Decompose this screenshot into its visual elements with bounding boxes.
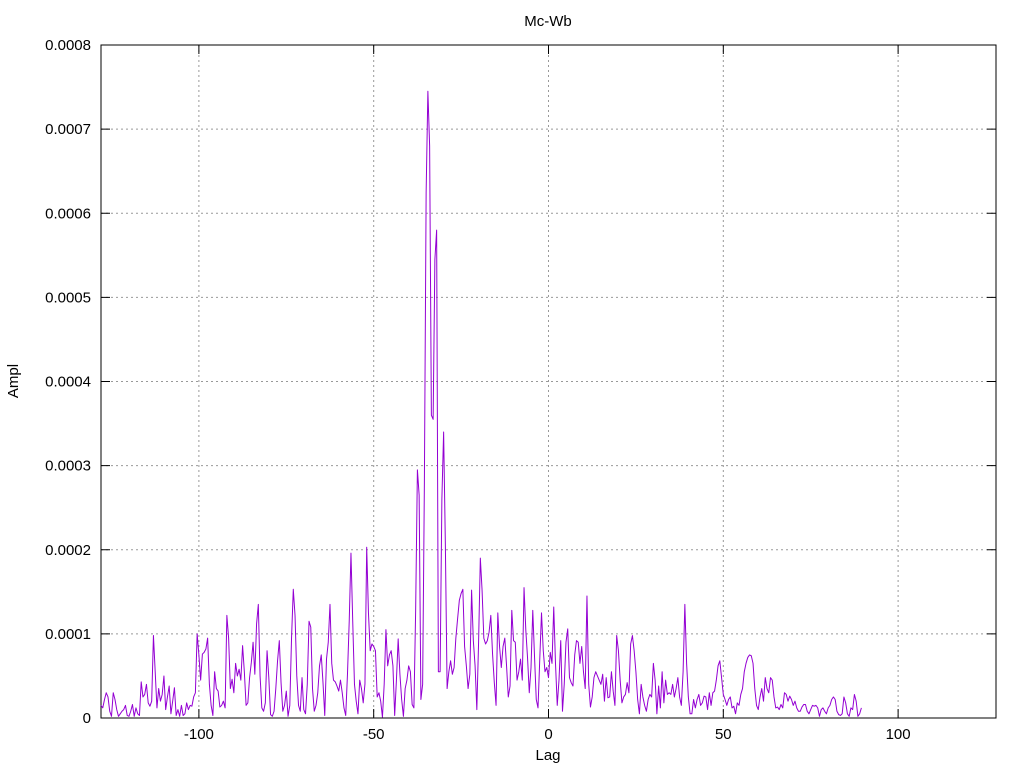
x-axis-label: Lag (535, 747, 560, 764)
x-tick-label: -100 (184, 726, 214, 743)
x-tick-label: -50 (363, 726, 385, 743)
series-layer (100, 90, 862, 718)
chart-container: -100 -50 0 50 100 0 0.0001 0.0002 0.0003 0.0004 0… (0, 0, 1024, 768)
y-tick-label: 0.0008 (45, 37, 91, 54)
y-tick-label: 0.0006 (45, 205, 91, 222)
y-axis-label: Ampl (5, 364, 22, 398)
y-tick-label: 0 (83, 710, 91, 727)
y-tick-label: 0.0001 (45, 626, 91, 643)
y-tick-label: 0.0005 (45, 289, 91, 306)
chart-title: Mc-Wb (524, 13, 572, 30)
y-tick-label: 0.0007 (45, 121, 91, 138)
grid (101, 45, 996, 718)
x-tick-label: 50 (715, 726, 732, 743)
series-line (100, 90, 862, 718)
y-tick-label: 0.0002 (45, 542, 91, 559)
y-tick-label: 0.0003 (45, 458, 91, 475)
x-tick-labels: -100 -50 0 50 100 (184, 726, 911, 743)
x-tick-label: 100 (886, 726, 911, 743)
x-tick-label: 0 (544, 726, 552, 743)
y-tick-label: 0.0004 (45, 374, 91, 391)
y-tick-labels: 0 0.0001 0.0002 0.0003 0.0004 0.0005 0.0006 0.0… (45, 37, 91, 727)
line-chart: -100 -50 0 50 100 00.00010.00020.00030.00040… (5, 13, 997, 764)
